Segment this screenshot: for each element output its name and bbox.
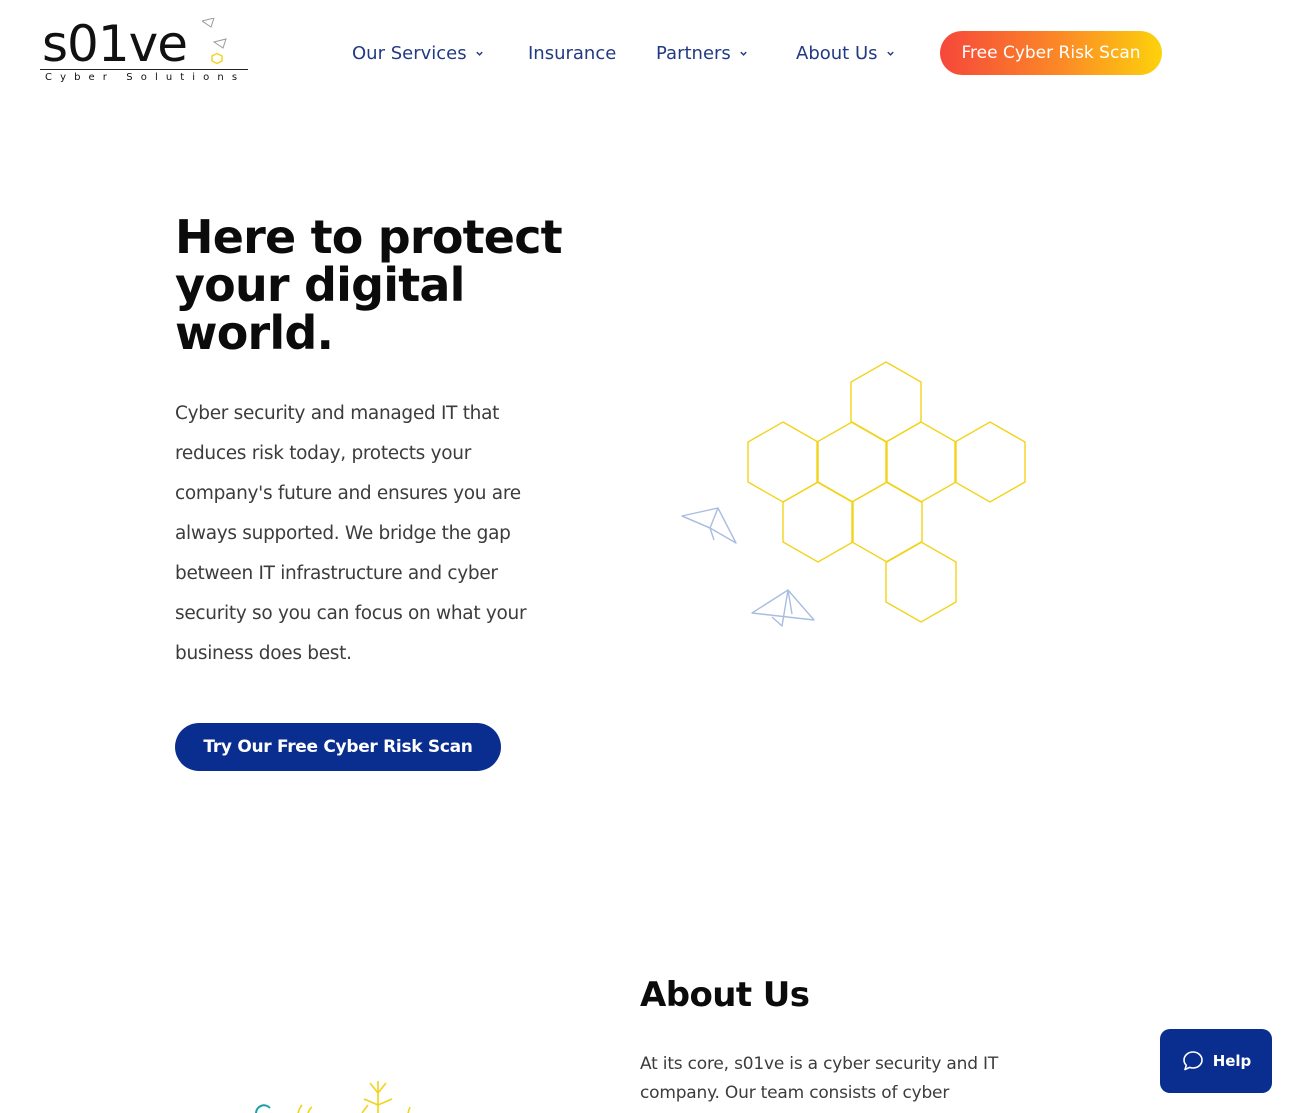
- hero-title: Here to protect your digital world.: [175, 210, 563, 360]
- about-description: At its core, s01ve is a cyber security a…: [640, 1054, 999, 1103]
- chat-bubble-icon: [1182, 1051, 1203, 1071]
- hexagon-shape: [885, 421, 957, 503]
- help-label: Help: [1212, 1052, 1252, 1070]
- logo-wordmark: s01ve: [42, 15, 188, 73]
- nav-item-label: Our Services: [352, 42, 467, 64]
- logo-paper-planes-icon: [202, 18, 227, 65]
- page: s01ve Cyber Solutions Our Services Insur…: [0, 0, 1291, 1113]
- help-widget-button[interactable]: Help: [1160, 1029, 1272, 1093]
- hexagon-shape: [816, 421, 888, 503]
- hexagon-illustration: [681, 361, 1026, 627]
- hexagon-shape: [850, 361, 922, 443]
- logo-tagline: Cyber Solutions: [45, 72, 246, 83]
- chevron-down-icon: [475, 51, 483, 56]
- nav-item-our-services[interactable]: Our Services: [352, 40, 484, 66]
- hexagon-shape: [747, 421, 819, 503]
- nav-item-label: About Us: [796, 42, 878, 64]
- about-title: About Us: [640, 975, 810, 1015]
- hexagon-shape: [885, 541, 957, 623]
- chevron-down-icon: [740, 51, 747, 56]
- nav-item-label: Partners: [656, 42, 731, 64]
- paper-plane-icon: [681, 507, 737, 544]
- site-logo[interactable]: s01ve Cyber Solutions: [40, 16, 255, 88]
- try-free-scan-button[interactable]: Try Our Free Cyber Risk Scan: [175, 723, 501, 771]
- nav-item-insurance[interactable]: Insurance: [528, 40, 616, 66]
- logo-divider: [40, 69, 248, 70]
- nav-item-partners[interactable]: Partners: [656, 40, 748, 66]
- hexagon-shape: [851, 481, 923, 563]
- hexagon-shape: [782, 481, 854, 563]
- paper-plane-icon: [751, 589, 815, 627]
- hexagon-shape: [954, 421, 1026, 503]
- chevron-down-icon: [886, 51, 894, 56]
- nav-item-about-us[interactable]: About Us: [796, 40, 895, 66]
- free-cyber-risk-scan-button[interactable]: Free Cyber Risk Scan: [940, 31, 1162, 75]
- nav-item-label: Insurance: [528, 42, 617, 64]
- about-plant-illustration: [255, 1081, 411, 1113]
- hero-description: Cyber security and managed IT that reduc…: [175, 403, 527, 664]
